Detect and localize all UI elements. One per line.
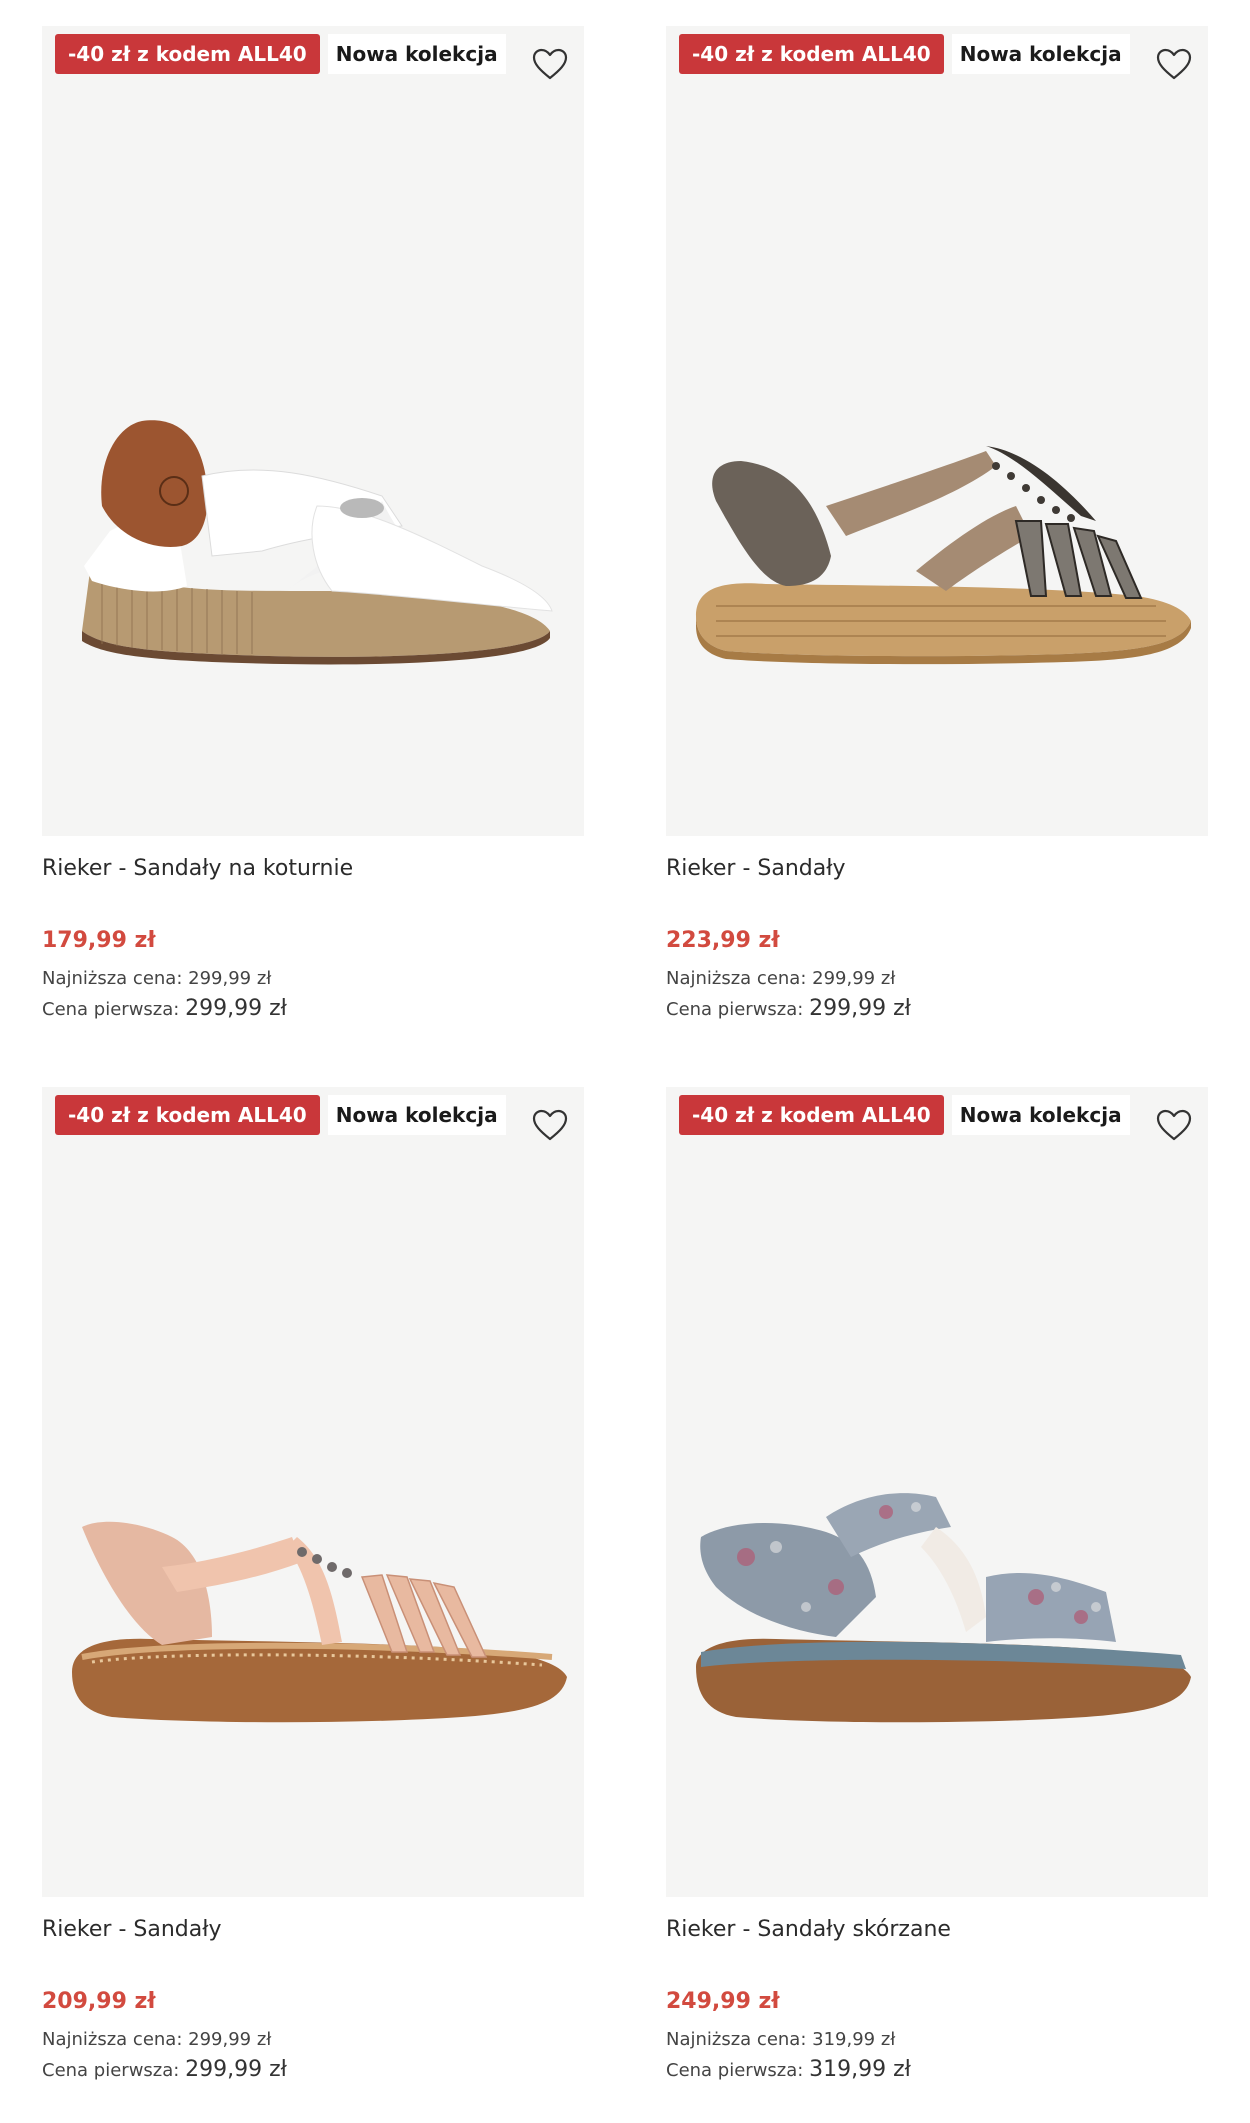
product-image[interactable]: -40 zł z kodem ALL40 Nowa kolekcja <box>666 26 1208 836</box>
heart-outline-icon <box>1156 48 1192 80</box>
first-price: Cena pierwsza: 299,99 zł <box>42 2057 287 2082</box>
lowest-price-value: 299,99 zł <box>188 2029 272 2050</box>
first-price-label: Cena pierwsza: <box>666 999 804 1020</box>
promo-code-badge: -40 zł z kodem ALL40 <box>55 34 320 74</box>
product-name[interactable]: Rieker - Sandały na koturnie <box>42 856 353 881</box>
new-collection-badge: Nowa kolekcja <box>327 34 506 74</box>
new-collection-badge: Nowa kolekcja <box>951 1095 1130 1135</box>
product-card: -40 zł z kodem ALL40 Nowa kolekcja Rieke… <box>42 26 584 1056</box>
product-price: 223,99 zł <box>666 928 780 953</box>
wishlist-button[interactable] <box>1152 44 1196 84</box>
product-name[interactable]: Rieker - Sandały <box>42 1917 222 1942</box>
lowest-price-label: Najniższa cena: <box>42 968 183 989</box>
promo-code-badge: -40 zł z kodem ALL40 <box>55 1095 320 1135</box>
lowest-price: Najniższa cena: 299,99 zł <box>42 968 271 989</box>
sandal-illustration <box>696 1493 1191 1723</box>
lowest-price-label: Najniższa cena: <box>42 2029 183 2050</box>
lowest-price: Najniższa cena: 299,99 zł <box>42 2029 271 2050</box>
product-image[interactable]: -40 zł z kodem ALL40 Nowa kolekcja <box>42 26 584 836</box>
product-image[interactable]: -40 zł z kodem ALL40 Nowa kolekcja <box>666 1087 1208 1897</box>
sandal-illustration <box>696 446 1191 665</box>
product-price: 249,99 zł <box>666 1989 780 2014</box>
first-price-label: Cena pierwsza: <box>666 2060 804 2081</box>
first-price: Cena pierwsza: 299,99 zł <box>42 996 287 1021</box>
lowest-price-label: Najniższa cena: <box>666 968 807 989</box>
wishlist-button[interactable] <box>1152 1105 1196 1145</box>
wishlist-button[interactable] <box>528 44 572 84</box>
product-grid: -40 zł z kodem ALL40 Nowa kolekcja Rieke… <box>0 0 1250 2123</box>
product-price: 179,99 zł <box>42 928 156 953</box>
lowest-price: Najniższa cena: 299,99 zł <box>666 968 895 989</box>
product-name[interactable]: Rieker - Sandały <box>666 856 846 881</box>
product-badges: -40 zł z kodem ALL40 Nowa kolekcja <box>679 1095 1130 1135</box>
product-name[interactable]: Rieker - Sandały skórzane <box>666 1917 951 1942</box>
heart-outline-icon <box>1156 1109 1192 1141</box>
heart-outline-icon <box>532 48 568 80</box>
product-badges: -40 zł z kodem ALL40 Nowa kolekcja <box>55 1095 506 1135</box>
first-price-value: 299,99 zł <box>185 2057 287 2082</box>
product-card: -40 zł z kodem ALL40 Nowa kolekcja Rieke… <box>42 1087 584 2117</box>
wishlist-button[interactable] <box>528 1105 572 1145</box>
sandal-illustration <box>82 420 553 665</box>
product-badges: -40 zł z kodem ALL40 Nowa kolekcja <box>679 34 1130 74</box>
lowest-price: Najniższa cena: 319,99 zł <box>666 2029 895 2050</box>
product-image[interactable]: -40 zł z kodem ALL40 Nowa kolekcja <box>42 1087 584 1897</box>
first-price-value: 299,99 zł <box>185 996 287 1021</box>
lowest-price-value: 299,99 zł <box>188 968 272 989</box>
heart-outline-icon <box>532 1109 568 1141</box>
new-collection-badge: Nowa kolekcja <box>327 1095 506 1135</box>
sandal-illustration <box>72 1521 567 1723</box>
lowest-price-value: 299,99 zł <box>812 968 896 989</box>
first-price-value: 319,99 zł <box>809 2057 911 2082</box>
first-price-label: Cena pierwsza: <box>42 999 180 1020</box>
promo-code-badge: -40 zł z kodem ALL40 <box>679 34 944 74</box>
lowest-price-value: 319,99 zł <box>812 2029 896 2050</box>
product-card: -40 zł z kodem ALL40 Nowa kolekcja Rieke… <box>666 26 1208 1056</box>
first-price-value: 299,99 zł <box>809 996 911 1021</box>
first-price-label: Cena pierwsza: <box>42 2060 180 2081</box>
new-collection-badge: Nowa kolekcja <box>951 34 1130 74</box>
promo-code-badge: -40 zł z kodem ALL40 <box>679 1095 944 1135</box>
first-price: Cena pierwsza: 319,99 zł <box>666 2057 911 2082</box>
product-card: -40 zł z kodem ALL40 Nowa kolekcja Rieke… <box>666 1087 1208 2117</box>
first-price: Cena pierwsza: 299,99 zł <box>666 996 911 1021</box>
product-badges: -40 zł z kodem ALL40 Nowa kolekcja <box>55 34 506 74</box>
product-price: 209,99 zł <box>42 1989 156 2014</box>
lowest-price-label: Najniższa cena: <box>666 2029 807 2050</box>
